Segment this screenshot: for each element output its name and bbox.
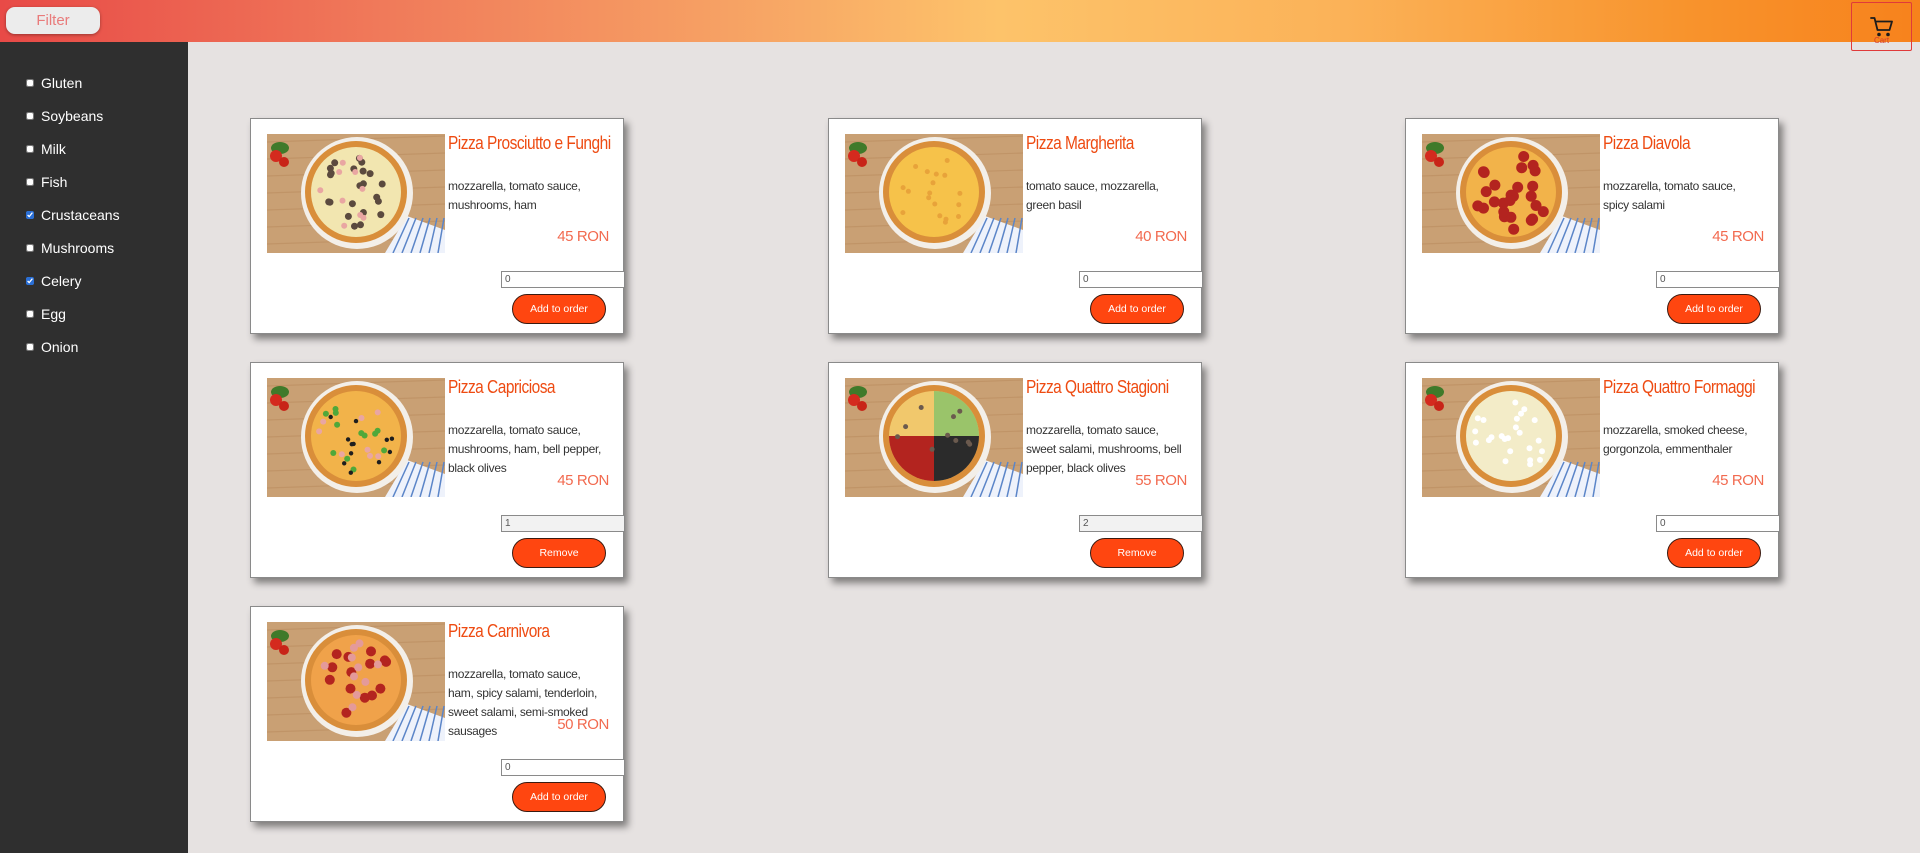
allergen-list: Gluten Soybeans Milk Fish Crustaceans Mu… [0,42,188,363]
allergen-item[interactable]: Onion [24,330,188,363]
pizza-card: Pizza Capriciosa mozzarella, tomato sauc… [250,362,625,578]
pizza-card: Pizza Diavola mozzarella, tomato sauce, … [1405,118,1780,334]
allergen-label: Mushrooms [41,239,115,256]
pizza-photo [1422,378,1600,497]
allergen-label: Egg [41,305,66,322]
allergen-item[interactable]: Fish [24,165,188,198]
allergen-checkbox[interactable] [26,210,34,219]
add-to-order-button[interactable]: Add to order [1667,294,1761,324]
pizza-image [267,134,445,253]
pizza-card: Pizza Carnivora mozzarella, tomato sauce… [250,606,625,822]
allergen-filter-sidebar: Gluten Soybeans Milk Fish Crustaceans Mu… [0,42,188,853]
pizza-photo [267,622,445,741]
pizza-name: Pizza Capriciosa [448,377,556,397]
pizza-image [845,378,1023,497]
pizza-name: Pizza Prosciutto e Funghi [448,133,611,153]
allergen-item[interactable]: Mushrooms [24,231,188,264]
pizza-price: 40 RON [1135,228,1187,245]
pizza-description: mozzarella, tomato sauce, mushrooms, ham… [448,423,602,475]
pizza-price: 45 RON [1712,472,1764,489]
pizza-description: mozzarella, smoked cheese, gorgonzola, e… [1603,423,1748,456]
pizza-image [267,378,445,497]
quantity-input[interactable] [501,271,625,288]
allergen-checkbox[interactable] [26,177,34,186]
pizza-price: 55 RON [1135,472,1187,489]
pizza-card: Pizza Prosciutto e Funghi mozzarella, to… [250,118,625,334]
remove-button[interactable]: Remove [1090,538,1184,568]
cart-label: Cart [1873,35,1890,45]
quantity-input[interactable] [1079,515,1203,532]
allergen-label: Onion [41,338,79,355]
allergen-label: Soybeans [41,107,104,124]
pizza-name: Pizza Diavola [1603,133,1691,153]
pizza-card: Pizza Quattro Stagioni mozzarella, tomat… [828,362,1203,578]
add-to-order-button[interactable]: Add to order [1090,294,1184,324]
pizza-photo [845,378,1023,497]
pizza-price: 45 RON [557,228,609,245]
pizza-description: mozzarella, tomato sauce, mushrooms, ham [448,179,581,212]
pizza-name: Pizza Carnivora [448,621,550,641]
allergen-checkbox[interactable] [26,243,34,252]
pizza-price: 45 RON [557,472,609,489]
pizza-image [1422,378,1600,497]
pizza-image [1422,134,1600,253]
allergen-item[interactable]: Gluten [24,66,188,99]
top-bar: Filter Cart [0,0,1920,51]
allergen-item[interactable]: Milk [24,132,188,165]
pizza-photo [267,378,445,497]
allergen-checkbox[interactable] [26,276,34,285]
add-to-order-button[interactable]: Add to order [512,782,606,812]
pizza-card: Pizza Quattro Formaggi mozzarella, smoke… [1405,362,1780,578]
pizza-photo [267,134,445,253]
pizza-name: Pizza Margherita [1026,133,1134,153]
allergen-label: Celery [41,272,82,289]
allergen-item[interactable]: Soybeans [24,99,188,132]
allergen-checkbox[interactable] [26,309,34,318]
cart-icon [1869,16,1893,36]
pizza-name: Pizza Quattro Stagioni [1026,377,1169,397]
pizza-price: 45 RON [1712,228,1764,245]
pizza-image [267,622,445,741]
quantity-input[interactable] [1656,515,1780,532]
allergen-label: Crustaceans [41,206,120,223]
allergen-checkbox[interactable] [26,111,34,120]
allergen-label: Milk [41,140,66,157]
allergen-item[interactable]: Crustaceans [24,198,188,231]
pizza-card: Pizza Margherita tomato sauce, mozzarell… [828,118,1203,334]
pizza-description: mozzarella, tomato sauce, spicy salami [1603,179,1736,212]
quantity-input[interactable] [501,759,625,776]
allergen-label: Gluten [41,74,83,91]
pizza-price: 50 RON [557,716,609,733]
pizza-description: mozzarella, tomato sauce, sweet salami, … [1026,423,1182,475]
allergen-label: Fish [41,173,68,190]
cart-button[interactable]: Cart [1851,2,1912,51]
quantity-input[interactable] [1656,271,1780,288]
allergen-item[interactable]: Egg [24,297,188,330]
pizza-photo [1422,134,1600,253]
add-to-order-button[interactable]: Add to order [512,294,606,324]
allergen-checkbox[interactable] [26,78,34,87]
pizza-image [845,134,1023,253]
allergen-checkbox[interactable] [26,342,34,351]
allergen-item[interactable]: Celery [24,264,188,297]
add-to-order-button[interactable]: Add to order [1667,538,1761,568]
quantity-input[interactable] [501,515,625,532]
pizza-name: Pizza Quattro Formaggi [1603,377,1756,397]
allergen-checkbox[interactable] [26,144,34,153]
remove-button[interactable]: Remove [512,538,606,568]
quantity-input[interactable] [1079,271,1203,288]
pizza-photo [845,134,1023,253]
pizza-description: tomato sauce, mozzarella, green basil [1026,179,1159,212]
filter-button[interactable]: Filter [6,7,100,34]
